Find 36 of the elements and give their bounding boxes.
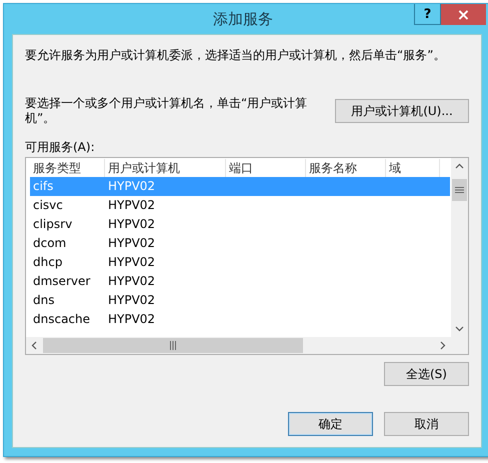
table-cell: dcom (33, 236, 66, 250)
table-cell: HYPV02 (108, 312, 156, 326)
table-cell: dhcp (33, 255, 62, 269)
table-cell: dnscache (33, 312, 90, 326)
vertical-scrollbar[interactable] (450, 158, 468, 337)
users-or-computers-button[interactable]: 用户或计算机(U)... (335, 99, 469, 123)
table-cell: HYPV02 (108, 293, 156, 307)
list-row[interactable]: clipsrv HYPV02 (30, 215, 450, 234)
cancel-button[interactable]: 取消 (384, 412, 469, 436)
table-cell: cifs (33, 179, 54, 193)
select-all-button[interactable]: 全选(S) (384, 362, 469, 386)
table-cell: dns (33, 293, 54, 307)
help-button[interactable]: ? (414, 4, 441, 25)
table-cell: HYPV02 (108, 274, 156, 288)
table-cell: HYPV02 (108, 236, 156, 250)
list-label: 可用服务(A): (25, 140, 96, 154)
description-text: 要允许服务为用户或计算机委派，选择适当的用户或计算机，然后单击“服务”。 (25, 47, 446, 63)
table-cell: clipsrv (33, 217, 72, 231)
table-cell: cisvc (33, 198, 63, 212)
close-button[interactable]: × (441, 4, 486, 25)
list-row[interactable]: dns HYPV02 (30, 291, 450, 310)
table-cell: HYPV02 (108, 217, 156, 231)
list-row[interactable]: dhcp HYPV02 (30, 253, 450, 272)
window-title: 添加服务 (212, 9, 274, 30)
list-row[interactable]: cisvc HYPV02 (30, 196, 450, 215)
list-row[interactable]: dcom HYPV02 (30, 234, 450, 253)
ok-button[interactable]: 确定 (288, 412, 373, 436)
scrollbar-thumb[interactable] (43, 338, 303, 353)
table-cell: HYPV02 (108, 179, 156, 193)
scrollbar-thumb[interactable] (452, 179, 467, 201)
instruction-text: 要选择一个或多个用户或计算机名，单击“用户或计算机”。 (25, 96, 308, 126)
table-cell: HYPV02 (108, 255, 156, 269)
table-cell: HYPV02 (108, 198, 156, 212)
list-row[interactable]: dmserver HYPV02 (30, 272, 450, 291)
table-cell: dmserver (33, 274, 90, 288)
list-row[interactable]: dnscache HYPV02 (30, 310, 450, 329)
